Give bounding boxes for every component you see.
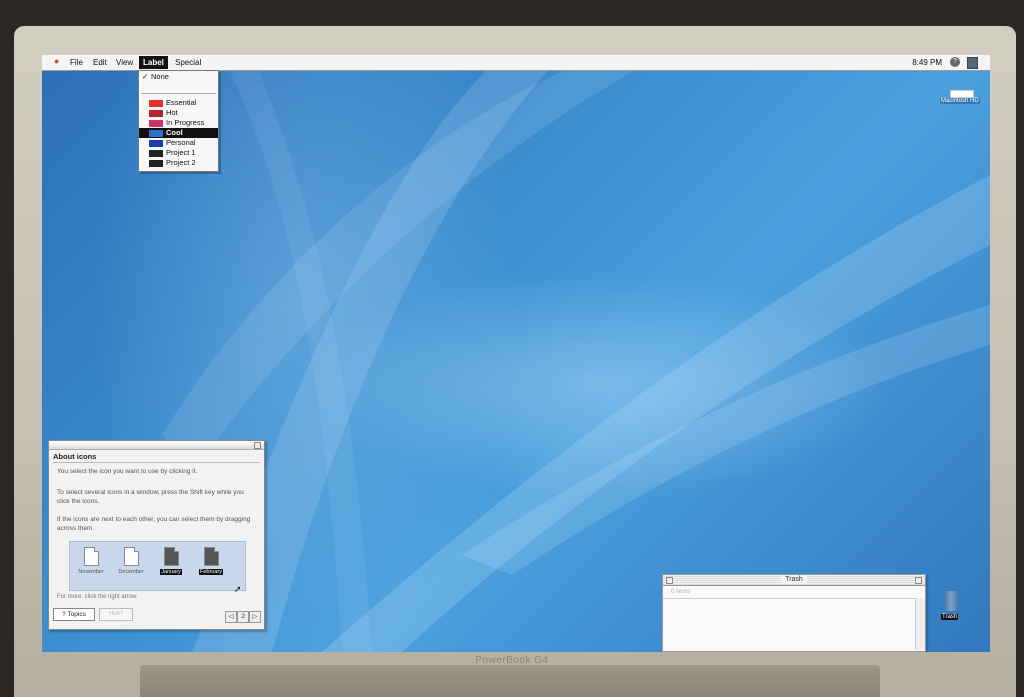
application-menu-icon[interactable] [967, 57, 978, 69]
label-menu-item-text: Project 2 [166, 158, 196, 167]
label-menu-item-in-progress[interactable]: In Progress [139, 118, 218, 128]
page-navigation: ◁ 2 ▷ [225, 611, 261, 623]
close-box-icon[interactable] [666, 577, 673, 584]
document-name: February [198, 569, 223, 575]
document-icon [123, 547, 139, 566]
laptop-hinge [140, 665, 880, 697]
brand-label: PowerBook G4 [475, 655, 549, 666]
label-color-swatch [149, 110, 163, 117]
menu-file[interactable]: File [68, 57, 85, 68]
label-color-swatch [149, 120, 163, 127]
label-color-swatch [149, 160, 163, 167]
label-menu-item-text: Cool [166, 128, 183, 137]
label-color-swatch [149, 140, 163, 147]
document-name: November [78, 569, 104, 575]
document-icon [163, 547, 179, 566]
mouse-pointer-icon: ➚ [234, 584, 242, 594]
help-paragraph: To select several icons in a window, pre… [57, 489, 244, 505]
help-paragraph: If the icons are next to each other, you… [57, 516, 251, 532]
label-menu-item-text: None [151, 72, 169, 81]
help-footer-text: For more, click the right arrow. [57, 594, 138, 600]
label-color-swatch [149, 130, 163, 137]
document-name: January [160, 569, 182, 575]
label-menu-item-cool[interactable]: Cool [139, 128, 218, 138]
help-icon[interactable]: ? [950, 57, 960, 67]
hard-drive-label[interactable]: Macintosh HD [940, 98, 980, 104]
zoom-box-icon[interactable] [915, 577, 922, 584]
window-title-bar[interactable]: Trash [663, 575, 925, 586]
label-menu-item-project-2[interactable]: Project 2 [139, 158, 218, 168]
label-menu-item-personal[interactable]: Personal [139, 138, 218, 148]
menu-label[interactable]: Label [139, 56, 168, 69]
checkmark-icon: ✓ [142, 72, 149, 81]
menu-clock[interactable]: 8:49 PM [912, 57, 942, 68]
document-name: December [118, 569, 144, 575]
help-heading: About icons [53, 452, 97, 461]
window-title: Trash [781, 576, 807, 583]
label-menu-item-text: Essential [166, 98, 197, 107]
desktop-screen: ● File Edit View Label Special 8:49 PM ?… [42, 55, 990, 652]
document-icon [203, 547, 219, 566]
apple-menu-icon[interactable]: ● [52, 56, 61, 67]
divider [53, 462, 260, 463]
label-menu-item-none[interactable]: ✓ None [139, 72, 218, 82]
label-menu-item-hot[interactable]: Hot [139, 108, 218, 118]
example-icons-area: November December January February [69, 541, 246, 591]
previous-page-icon[interactable]: ◁ [225, 611, 237, 623]
menu-special[interactable]: Special [173, 57, 203, 68]
label-menu-item-text: Project 1 [166, 148, 196, 157]
close-box-icon[interactable] [254, 442, 261, 449]
label-menu-item-text: In Progress [166, 118, 205, 127]
window-info-bar: 0 items [663, 586, 925, 599]
next-page-icon[interactable]: ▷ [249, 611, 261, 623]
menu-edit[interactable]: Edit [91, 57, 109, 68]
document-item[interactable]: November [72, 547, 110, 575]
topics-button-label: Topics [67, 611, 86, 618]
vertical-scrollbar[interactable] [915, 598, 925, 650]
window-title-bar[interactable] [49, 441, 264, 450]
menu-separator [141, 93, 216, 94]
topics-button[interactable]: ? Topics [53, 608, 95, 621]
document-icon [83, 547, 99, 566]
trash-icon-label[interactable]: Trash [941, 614, 959, 620]
page-number: 2 [237, 611, 249, 623]
label-menu-item-text: Personal [166, 138, 196, 147]
label-color-swatch [149, 150, 163, 157]
menu-view[interactable]: View [114, 57, 135, 68]
menu-bar: ● File Edit View Label Special 8:49 PM ? [42, 55, 990, 71]
label-color-swatch [149, 100, 163, 107]
label-dropdown-menu: ✓ None Essential Hot In Progress Cool Pe… [138, 70, 219, 172]
trash-window: Trash 0 items [662, 574, 926, 652]
trash-can-icon[interactable] [945, 591, 957, 611]
label-menu-item-text: Hot [166, 108, 178, 117]
label-menu-item-essential[interactable]: Essential [139, 98, 218, 108]
document-item[interactable]: February [192, 547, 230, 575]
label-menu-item-project-1[interactable]: Project 1 [139, 148, 218, 158]
hard-drive-icon[interactable] [950, 90, 974, 98]
question-mark-icon: ? [62, 611, 66, 618]
document-item[interactable]: January [152, 547, 190, 575]
document-item[interactable]: December [112, 547, 150, 575]
huh-button[interactable]: Huh? [99, 608, 133, 621]
help-paragraph: You select the icon you want to use by c… [57, 468, 198, 475]
about-icons-window: About icons You select the icon you want… [48, 440, 265, 630]
